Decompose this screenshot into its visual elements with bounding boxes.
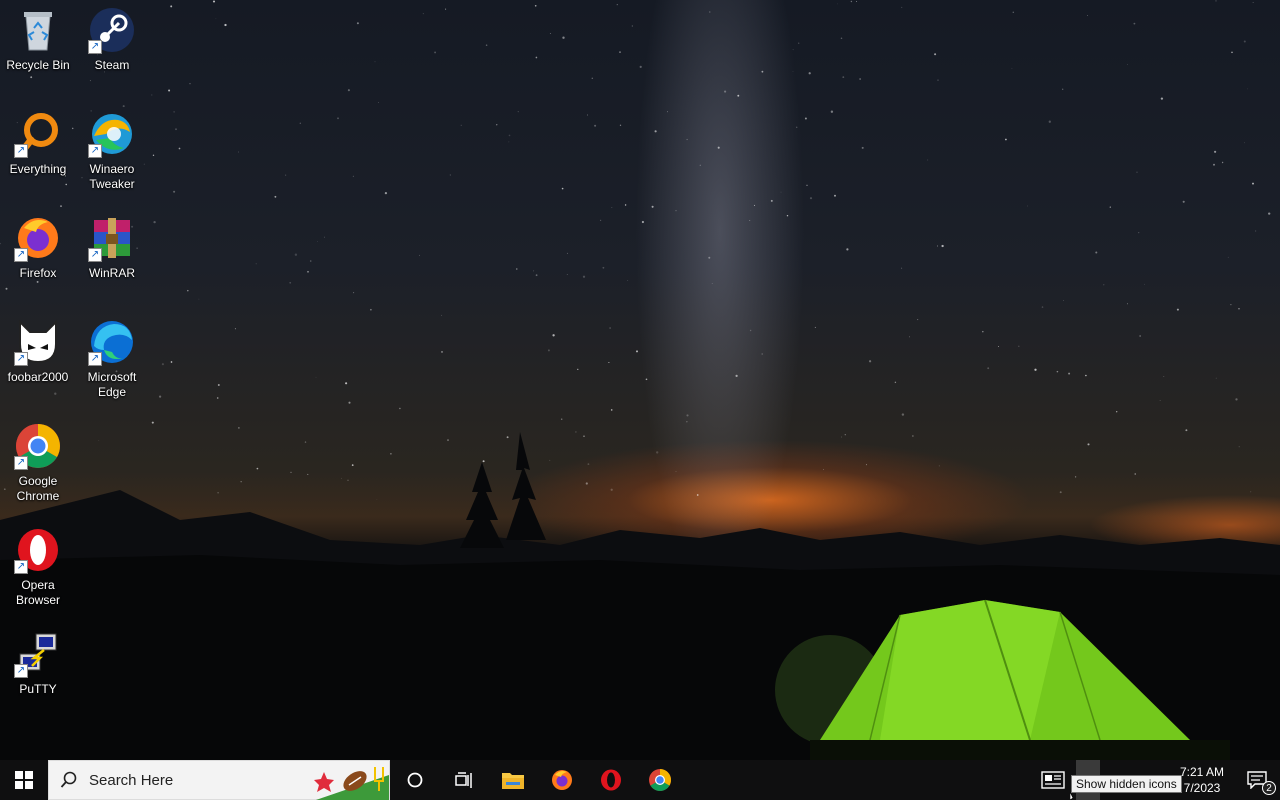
notification-count-badge: 2 [1262, 781, 1276, 795]
desktop-icon-label: PuTTY [19, 682, 57, 696]
shortcut-arrow-icon: ↗ [14, 560, 28, 574]
file-explorer-icon [501, 773, 524, 789]
desktop-icon-putty[interactable]: ↗ PuTTY [0, 624, 76, 724]
desktop-icon-firefox[interactable]: ↗ Firefox [0, 208, 76, 308]
cortana-button[interactable] [390, 760, 439, 800]
desktop-icon-opera[interactable]: ↗ Opera Browser [0, 520, 76, 620]
putty-icon: ↗ [14, 630, 62, 678]
winaero-tweaker-icon: ↗ [88, 110, 136, 158]
desktop-icon-everything[interactable]: ↗ Everything [0, 104, 76, 204]
desktop-icon-label: Google Chrome [16, 474, 60, 503]
task-view-icon [454, 772, 472, 788]
winrar-icon: ↗ [88, 214, 136, 262]
chrome-icon: ↗ [14, 422, 62, 470]
shortcut-arrow-icon: ↗ [88, 248, 102, 262]
taskbar-file-explorer[interactable] [488, 760, 537, 800]
windows-logo-icon [15, 771, 33, 789]
desktop-icon-steam[interactable]: ↗ Steam [74, 0, 150, 100]
desktop-icon-label: Microsoft Edge [87, 370, 137, 399]
action-center-button[interactable]: 2 [1234, 760, 1280, 800]
start-button[interactable] [0, 760, 48, 800]
foobar2000-icon: ↗ [14, 318, 62, 366]
opera-icon: ↗ [14, 526, 62, 574]
desktop-icon-label: Firefox [19, 266, 57, 280]
shortcut-arrow-icon: ↗ [14, 664, 28, 678]
task-view-button[interactable] [439, 760, 488, 800]
shortcut-arrow-icon: ↗ [88, 144, 102, 158]
taskbar-opera[interactable] [586, 760, 635, 800]
shortcut-arrow-icon: ↗ [14, 248, 28, 262]
mouse-cursor-icon [1070, 792, 1074, 800]
shortcut-arrow-icon: ↗ [14, 456, 28, 470]
taskbar-firefox[interactable] [537, 760, 586, 800]
desktop-icon-label: Recycle Bin [6, 58, 70, 72]
desktop-wallpaper: Recycle Bin ↗ Everything ↗ Firefox ↗ foo… [0, 0, 1280, 760]
search-icon [49, 771, 89, 789]
desktop-icon-label: WinRAR [88, 266, 135, 280]
night-sky-landscape [0, 0, 1280, 760]
opera-icon [600, 769, 621, 791]
shortcut-arrow-icon: ↗ [14, 144, 28, 158]
desktop-icon-google-chrome[interactable]: ↗ Google Chrome [0, 416, 76, 516]
search-highlight-football-icon[interactable] [313, 761, 389, 800]
cortana-circle-icon [407, 772, 422, 788]
search-placeholder: Search Here [89, 771, 174, 789]
taskbar-chrome[interactable] [635, 760, 684, 800]
shortcut-arrow-icon: ↗ [88, 40, 102, 54]
firefox-icon [551, 770, 572, 790]
everything-icon: ↗ [14, 110, 62, 158]
desktop-icon-label: foobar2000 [7, 370, 69, 384]
desktop-icon-recycle-bin[interactable]: Recycle Bin [0, 0, 76, 100]
chrome-icon [648, 769, 671, 791]
shortcut-arrow-icon: ↗ [88, 352, 102, 366]
desktop-icon-label: Everything [9, 162, 67, 176]
news-icon [1041, 771, 1065, 789]
recycle-bin-icon [14, 6, 62, 54]
desktop-icon-winrar[interactable]: ↗ WinRAR [74, 208, 150, 308]
desktop-icon-microsoft-edge[interactable]: ↗ Microsoft Edge [74, 312, 150, 412]
steam-icon: ↗ [88, 6, 136, 54]
desktop-icon-label: Steam [94, 58, 130, 72]
shortcut-arrow-icon: ↗ [14, 352, 28, 366]
desktop-icon-label: Winaero Tweaker [89, 162, 135, 191]
desktop-icon-foobar2000[interactable]: ↗ foobar2000 [0, 312, 76, 412]
firefox-icon: ↗ [14, 214, 62, 262]
desktop-icon-winaero-tweaker[interactable]: ↗ Winaero Tweaker [74, 104, 150, 204]
taskbar-search-box[interactable]: Search Here [48, 760, 390, 800]
edge-icon: ↗ [88, 318, 136, 366]
show-hidden-icons-tooltip: Show hidden icons [1071, 775, 1182, 793]
desktop-icon-label: Opera Browser [15, 578, 60, 607]
